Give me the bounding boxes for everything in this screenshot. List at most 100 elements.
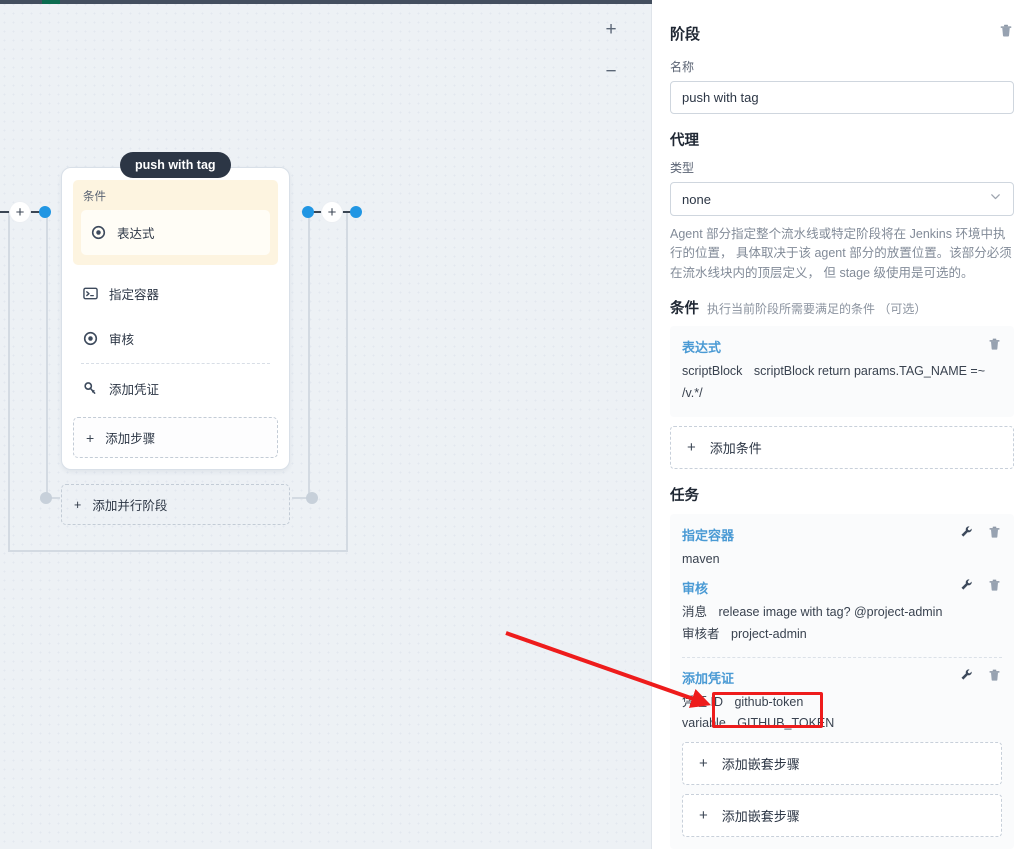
task-row-key: 消息 [682,604,708,619]
connector-branch-right [308,212,310,499]
type-field-label: 类型 [670,161,695,175]
task-row-key: 审核者 [682,626,720,641]
condition-section-heading: 条件 [670,301,699,318]
stage-condition-step[interactable]: 表达式 [81,210,270,255]
stage-card[interactable]: 条件 表达式 指定容器 审核 添加凭证 + 添加步骤 [61,167,290,470]
add-nested-step-label: 添加嵌套步骤 [721,809,800,825]
nested-step-buttons: + 添加嵌套步骤 + 添加嵌套步骤 [682,742,1002,838]
task-header: 指定容器 [682,524,1002,545]
agent-type-value: none [682,191,711,207]
stage-condition-step-label: 表达式 [117,227,155,241]
zoom-out-button[interactable]: − [600,60,622,82]
stage-step-container[interactable]: 指定容器 [73,271,278,316]
add-stage-right-button[interactable]: + [322,202,342,222]
add-nested-step-button-inner[interactable]: + 添加嵌套步骤 [682,742,1002,786]
task-row: 审核者 project-admin [682,624,1002,646]
task-row-key: maven [682,551,720,566]
add-nested-step-label: 添加嵌套步骤 [721,757,800,773]
task-row: maven [682,549,1002,571]
task-header: 添加凭证 [682,667,1002,688]
wrench-icon[interactable] [959,524,974,545]
target-icon [91,225,106,240]
stage-step-credential[interactable]: 添加凭证 [73,366,278,411]
task-row-key: variable [682,716,726,731]
stage-step-container-label: 指定容器 [109,288,160,302]
condition-card: 表达式 scriptBlock scriptBlock return param… [670,326,1014,417]
task-divider [682,656,1002,658]
top-toolbar-sliver [0,0,652,4]
task-title[interactable]: 审核 [682,578,708,597]
condition-section-subtitle: 执行当前阶段所需要满足的条件 （可选） [707,302,927,317]
agent-type-select[interactable]: none [670,182,1014,216]
condition-card-header: 表达式 [682,336,1002,357]
connector-branch-left [46,212,48,499]
stage-step-divider [81,363,270,364]
task-row-key: 凭证 ID [682,694,723,709]
stage-name-input[interactable] [670,81,1014,114]
add-condition-label: 添加条件 [709,440,762,456]
stage-properties-panel: 阶段 名称 代理 类型 none Agent 部分指定整个流 [652,0,1035,849]
stage-name-badge[interactable]: push with tag [120,152,231,178]
stage-step-credential-label: 添加凭证 [109,383,160,397]
condition-section-header: 条件 执行当前阶段所需要满足的条件 （可选） [670,297,1014,318]
plus-icon: + [74,497,82,512]
trash-icon[interactable] [987,577,1002,598]
add-parallel-stage-button[interactable]: + 添加并行阶段 [61,484,290,525]
stage-condition-group: 条件 表达式 [73,180,278,265]
trash-icon[interactable] [987,667,1002,688]
agent-section-heading: 代理 [670,133,699,149]
name-field-label: 名称 [670,60,695,74]
connector-rail-right-vertical [346,212,348,552]
connector-node-right-inner[interactable] [302,206,314,218]
key-icon [83,381,98,396]
connector-node-left[interactable] [39,206,51,218]
plus-icon: + [699,807,708,825]
toolbar-green-accent [42,0,60,4]
task-row: 凭证 ID github-token [682,692,1002,714]
stage-step-review[interactable]: 审核 [73,316,278,361]
wrench-icon[interactable] [959,667,974,688]
target-icon [83,331,98,346]
agent-type-select-wrap: none [670,182,1014,216]
condition-card-key: scriptBlock [682,364,743,379]
task-item: 审核 消息 release image with tag? @project-a… [682,577,1002,646]
task-title[interactable]: 添加凭证 [682,668,734,687]
canvas-add-step-button[interactable]: + 添加步骤 [73,417,278,458]
zoom-in-button[interactable]: + [600,18,622,40]
trash-icon[interactable] [987,524,1002,545]
trash-icon[interactable] [998,22,1014,44]
task-actions [959,577,1002,598]
connector-node-parallel-left [40,492,52,504]
connector-node-right-outer[interactable] [350,206,362,218]
panel-title: 阶段 [670,25,701,43]
task-row-value: project-admin [731,626,807,641]
canvas-add-step-label: 添加步骤 [105,432,156,446]
add-condition-button[interactable]: + 添加条件 [670,425,1014,469]
plus-icon: + [699,755,708,773]
task-actions [959,524,1002,545]
connector-node-parallel-right [306,492,318,504]
task-actions [959,667,1002,688]
task-row: 消息 release image with tag? @project-admi… [682,602,1002,624]
add-parallel-stage-label: 添加并行阶段 [92,499,168,513]
task-title[interactable]: 指定容器 [682,525,734,544]
wrench-icon[interactable] [959,577,974,598]
add-stage-left-button[interactable]: + [10,202,30,222]
add-nested-step-button-outer[interactable]: + 添加嵌套步骤 [682,794,1002,838]
agent-help-text: Agent 部分指定整个流水线或特定阶段将在 Jenkins 环境中执行的位置，… [670,227,1012,280]
connector-rail-bottom [8,550,348,552]
stage-condition-group-title: 条件 [83,191,106,203]
tasks-card: 指定容器 maven 审核 消息 release image with tag?… [670,513,1014,849]
trash-icon[interactable] [987,336,1002,357]
task-row-value: github-token [734,694,804,709]
condition-card-title[interactable]: 表达式 [682,337,721,356]
panel-header: 阶段 [670,22,1014,44]
terminal-icon [83,286,98,301]
plus-icon: + [687,438,696,456]
task-item: 指定容器 maven [682,524,1002,571]
condition-card-row: scriptBlock scriptBlock return params.TA… [682,361,1002,405]
task-row-value: release image with tag? @project-admin [718,604,943,619]
pipeline-canvas[interactable]: + − + + push with tag 条件 表达式 指定容器 审核 添加凭… [0,0,652,849]
task-row-value: GITHUB_TOKEN [737,716,835,731]
stage-step-review-label: 审核 [109,333,135,347]
